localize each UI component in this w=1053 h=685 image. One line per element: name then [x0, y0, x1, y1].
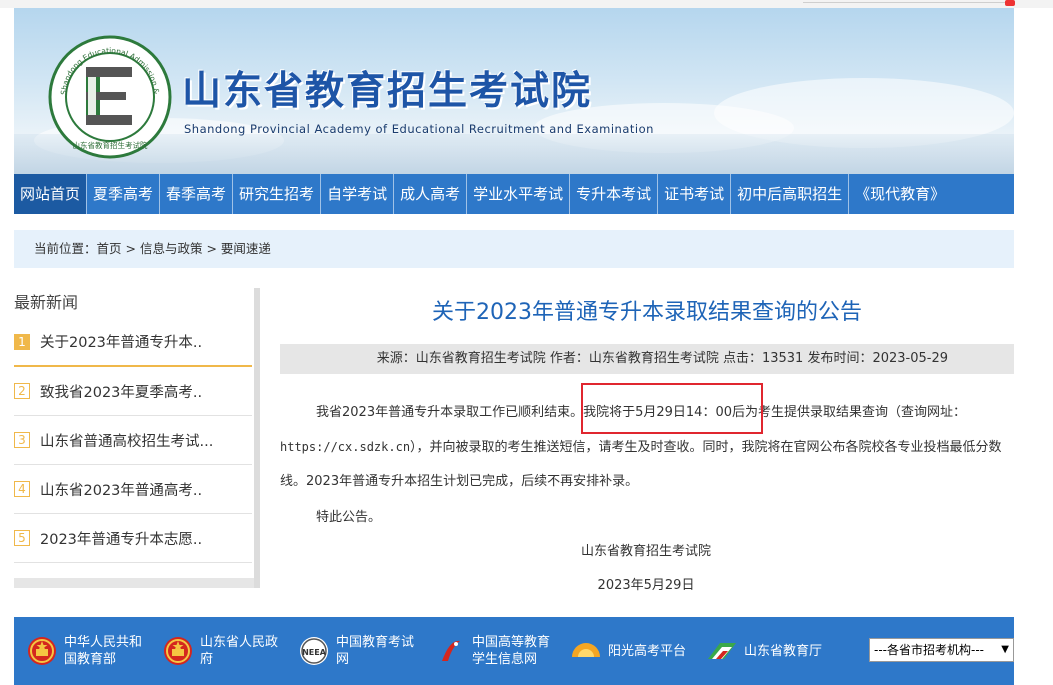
nav-item-proficiency[interactable]: 学业水平考试 [466, 174, 569, 214]
footer-link-label: 山东省教育厅 [744, 643, 823, 659]
news-list-item[interactable]: 4 山东省2023年普通高考.. [14, 465, 252, 514]
nav-item-vocational[interactable]: 初中后高职招生 [730, 174, 848, 214]
close-icon[interactable] [1005, 0, 1015, 6]
news-rank-badge: 5 [14, 530, 30, 546]
footer-link-label: 中华人民共和国教育部 [64, 635, 143, 667]
breadcrumb-prefix: 当前位置： [34, 241, 97, 256]
breadcrumb: 当前位置：首页 > 信息与政策 > 要闻速递 [14, 230, 1014, 268]
news-rank-badge: 3 [14, 432, 30, 448]
breadcrumb-news[interactable]: 要闻速递 [221, 230, 271, 268]
main-nav: 网站首页 夏季高考 春季高考 研究生招考 自学考试 成人高考 学业水平考试 专升… [14, 174, 1014, 214]
news-list-item[interactable]: 5 2023年普通专升本志愿.. [14, 514, 252, 563]
footer-link-shandong-gov[interactable]: 山东省人民政府 [162, 634, 286, 668]
news-rank-badge: 2 [14, 383, 30, 399]
nav-item-upgrade-exam[interactable]: 专升本考试 [569, 174, 657, 214]
svg-text:NEEA: NEEA [302, 648, 327, 657]
site-logo[interactable]: Shandong Educational Admission & Examina… [48, 35, 172, 159]
news-rank-badge: 1 [14, 333, 30, 350]
article-meta: 来源：山东省教育招生考试院 作者：山东省教育招生考试院 点击：13531 发布时… [280, 344, 1014, 374]
footer-link-label: 山东省人民政府 [200, 635, 279, 667]
nav-item-home[interactable]: 网站首页 [14, 174, 87, 214]
emblem-icon [164, 637, 192, 665]
footer-links-bar: 中华人民共和国教育部 山东省人民政府 NEEA 中国教育考试网 中国高等教育学生… [14, 617, 1014, 685]
footer-link-shandong-edu[interactable]: 山东省教育厅 [706, 635, 830, 667]
footer-link-label: 中国教育考试网 [336, 635, 415, 667]
news-link[interactable]: 关于2023年普通专升本.. [40, 331, 202, 352]
sun-logo-icon [572, 643, 600, 657]
footer-link-moe[interactable]: 中华人民共和国教育部 [26, 634, 150, 668]
nav-item-graduate[interactable]: 研究生招考 [232, 174, 320, 214]
footer-link-label: 阳光高考平台 [608, 643, 687, 659]
site-title: 山东省教育招生考试院 [182, 69, 593, 114]
emblem-icon [28, 637, 56, 665]
news-link[interactable]: 山东省普通高校招生考试... [40, 430, 213, 451]
sdedu-logo-icon [708, 643, 736, 659]
news-rank-badge: 4 [14, 481, 30, 497]
news-list-item[interactable]: 2 致我省2023年夏季高考.. [14, 367, 252, 416]
news-list: 1 关于2023年普通专升本.. 2 致我省2023年夏季高考.. 3 山东省普… [14, 318, 252, 563]
chevron-down-icon: ▼ [1001, 644, 1009, 655]
news-link[interactable]: 山东省2023年普通高考.. [40, 479, 202, 500]
news-link[interactable]: 2023年普通专升本志愿.. [40, 528, 202, 549]
nav-item-spring-exam[interactable]: 春季高考 [159, 174, 232, 214]
breadcrumb-separator: > [202, 241, 221, 256]
sidebar-divider [254, 288, 260, 588]
header-banner: Shandong Educational Admission & Examina… [14, 8, 1014, 174]
nav-item-certificate[interactable]: 证书考试 [657, 174, 730, 214]
breadcrumb-policy[interactable]: 信息与政策 [140, 230, 203, 268]
chsi-logo-icon [442, 640, 460, 661]
article-date: 2023年5月29日 [597, 578, 695, 593]
news-list-item[interactable]: 3 山东省普通高校招生考试... [14, 416, 252, 465]
latest-news-sidebar: 最新新闻 1 关于2023年普通专升本.. 2 致我省2023年夏季高考.. 3… [14, 288, 260, 593]
footer-link-neea[interactable]: NEEA 中国教育考试网 [298, 634, 422, 668]
sidebar-title: 最新新闻 [14, 293, 79, 312]
search-box-edge[interactable] [803, 0, 1013, 3]
footer-link-chsi[interactable]: 中国高等教育学生信息网 [434, 634, 558, 668]
highlight-annotation-box [581, 383, 763, 434]
nav-item-adult-exam[interactable]: 成人高考 [393, 174, 466, 214]
article-closing: 特此公告。 [316, 510, 382, 525]
select-value: ---各省市招考机构--- [874, 643, 984, 657]
article-signature: 山东省教育招生考试院 [580, 544, 711, 559]
nav-item-self-study[interactable]: 自学考试 [320, 174, 393, 214]
svg-text:山东省教育招生考试院: 山东省教育招生考试院 [73, 140, 148, 150]
site-subtitle: Shandong Provincial Academy of Education… [184, 122, 654, 136]
nav-item-modern-education[interactable]: 《现代教育》 [848, 174, 951, 214]
breadcrumb-home[interactable]: 首页 [97, 230, 122, 268]
neea-logo-icon: NEEA [300, 637, 328, 665]
news-list-item[interactable]: 1 关于2023年普通专升本.. [14, 318, 252, 367]
footer-link-sunshine[interactable]: 阳光高考平台 [570, 635, 694, 667]
news-link[interactable]: 致我省2023年夏季高考.. [40, 381, 202, 402]
query-url-link[interactable]: https://cx.sdzk.cn [280, 440, 410, 454]
footer-link-label: 中国高等教育学生信息网 [472, 635, 551, 667]
sidebar-bottom-bar [14, 578, 254, 588]
nav-item-summer-exam[interactable]: 夏季高考 [86, 174, 159, 214]
article-title: 关于2023年普通专升本录取结果查询的公告 [432, 300, 862, 325]
page: Shandong Educational Admission & Examina… [0, 0, 1053, 685]
browser-top-strip [0, 0, 1053, 8]
exam-agency-select[interactable]: ---各省市招考机构--- ▼ [869, 638, 1014, 662]
breadcrumb-separator: > [121, 241, 140, 256]
